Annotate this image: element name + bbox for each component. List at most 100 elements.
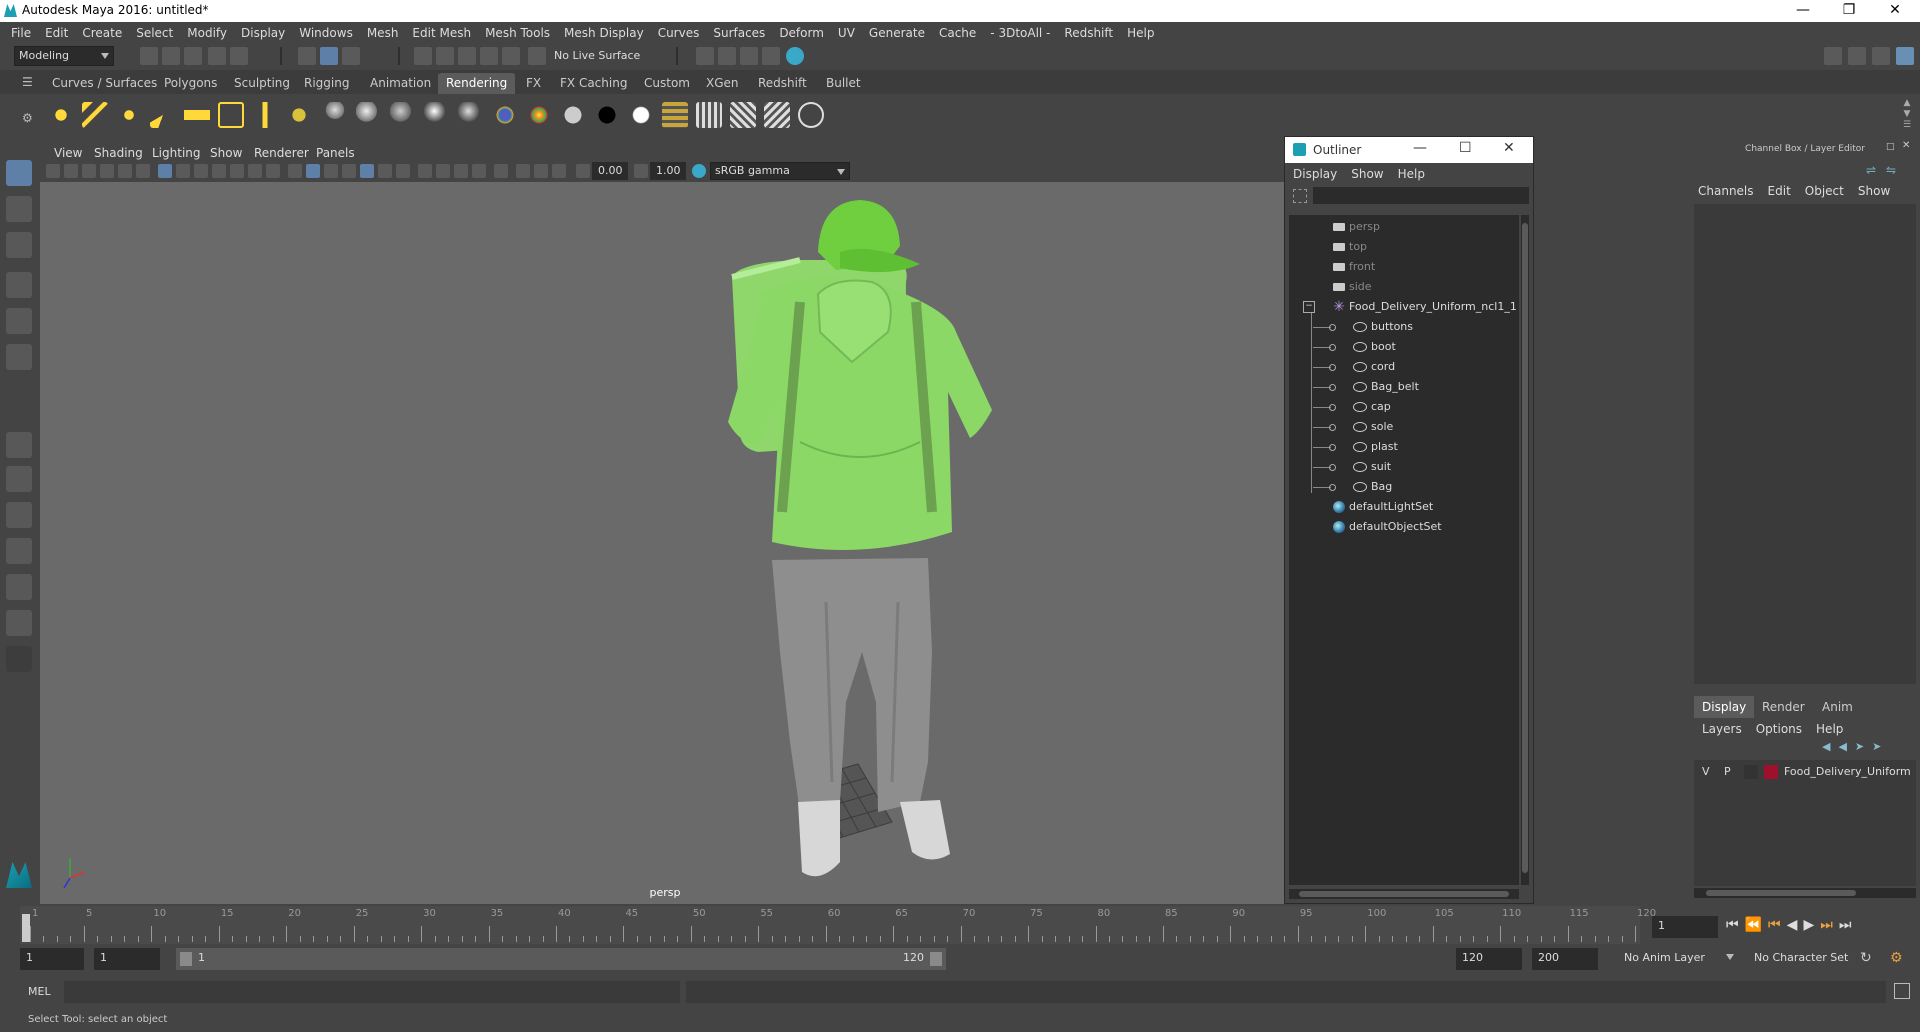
shelf-settings-icon[interactable]: ⚙ (22, 112, 34, 124)
persp-graph-layout-icon[interactable] (6, 538, 32, 564)
grid-icon[interactable] (158, 164, 172, 178)
outliner-menu-display[interactable]: Display (1293, 167, 1337, 181)
bookmark-icon[interactable] (82, 164, 96, 178)
float-panel-icon[interactable]: □ (1886, 142, 1895, 152)
go-to-start-icon[interactable]: ⏮ (1726, 917, 1745, 933)
outliner-item-cord[interactable]: cord (1313, 357, 1395, 377)
viewport-menu-lighting[interactable]: Lighting (152, 146, 201, 160)
make-live-icon[interactable] (528, 47, 546, 65)
persp-outliner-layout-icon[interactable] (6, 502, 32, 528)
layer-playback-toggle[interactable]: P (1724, 762, 1731, 782)
select-camera-icon[interactable] (46, 164, 60, 178)
menu-mesh-tools[interactable]: Mesh Tools (478, 22, 557, 44)
lambert-material-icon[interactable] (322, 102, 348, 128)
menu-modify[interactable]: Modify (180, 22, 234, 44)
menu-uv[interactable]: UV (831, 22, 862, 44)
auto-key-icon[interactable]: ↻ (1860, 950, 1872, 966)
camera-attributes-icon[interactable] (64, 164, 78, 178)
outliner-item-buttons[interactable]: buttons (1313, 317, 1413, 337)
outliner-item-top[interactable]: top (1333, 237, 1367, 257)
color-space-dropdown[interactable]: sRGB gamma (710, 162, 850, 180)
render-current-frame-icon[interactable] (696, 47, 714, 65)
outliner-item-boot[interactable]: boot (1313, 337, 1396, 357)
snap-to-surface-icon[interactable] (502, 47, 520, 65)
outliner-maximize-button[interactable]: ☐ (1459, 140, 1472, 156)
maximize-button[interactable]: ❐ (1826, 0, 1872, 22)
attribute-editor-toggle-icon[interactable] (1848, 47, 1866, 65)
outliner-search-input[interactable] (1313, 187, 1529, 204)
range-slider[interactable]: 1 120 (176, 948, 946, 970)
render-settings-icon[interactable] (740, 47, 758, 65)
select-by-component-icon[interactable] (342, 47, 360, 65)
outliner-item-cap[interactable]: cap (1313, 397, 1391, 417)
shelf-menu-icon[interactable]: ☰ (22, 76, 34, 88)
channel-box-menu-channels[interactable]: Channels (1698, 184, 1754, 198)
shelf-tab-custom[interactable]: Custom (636, 73, 698, 94)
layer-tab-render[interactable]: Render (1754, 696, 1813, 718)
workspace-icon[interactable] (1824, 47, 1842, 65)
shelf-tab-rendering[interactable]: Rendering (438, 73, 516, 94)
outliner-item-suit[interactable]: suit (1313, 457, 1391, 477)
layer-horizontal-scrollbar[interactable] (1694, 888, 1916, 898)
outliner-vertical-scrollbar[interactable] (1521, 215, 1529, 885)
playback-start-field[interactable]: 1 (94, 948, 160, 970)
layer-visibility-toggle[interactable]: V (1702, 762, 1710, 782)
xray-icon[interactable] (516, 164, 530, 178)
film-gate-icon[interactable] (176, 164, 190, 178)
menu-windows[interactable]: Windows (292, 22, 360, 44)
step-back-key-icon[interactable]: ⏪ (1745, 917, 1768, 933)
rotate-tool-icon[interactable] (6, 308, 32, 334)
surface-shader-icon[interactable] (560, 102, 586, 128)
use-all-lights-icon[interactable] (378, 164, 392, 178)
channel-box-panel[interactable] (1694, 204, 1916, 684)
layer-display-type-toggle[interactable] (1744, 765, 1758, 779)
hypershade-layout-icon[interactable] (6, 574, 32, 600)
select-by-hierarchy-icon[interactable] (298, 47, 316, 65)
camera-light-icon[interactable] (252, 102, 278, 128)
expand-toggle-icon[interactable]: − (1303, 301, 1315, 313)
snap-to-view-plane-icon[interactable] (480, 47, 498, 65)
outliner-item-sole[interactable]: sole (1313, 417, 1393, 437)
safe-title-icon[interactable] (266, 164, 280, 178)
outliner-item-food-delivery-uniform-ncl1-1[interactable]: − ✳ Food_Delivery_Uniform_ncl1_1 (1303, 297, 1517, 317)
exposure-field[interactable]: 0.00 (592, 162, 628, 180)
shelf-tab-bullet[interactable]: Bullet (818, 73, 869, 94)
exposure-icon[interactable] (576, 164, 590, 178)
layer-menu-help[interactable]: Help (1816, 722, 1843, 736)
render-sequence-icon[interactable] (696, 102, 722, 128)
outliner-item-defaultlightset[interactable]: defaultLightSet (1333, 497, 1433, 517)
paint-select-tool-icon[interactable] (6, 232, 32, 258)
animation-end-field[interactable]: 200 (1532, 948, 1598, 970)
step-forward-frame-icon[interactable]: ⏭ (1820, 917, 1839, 933)
viewport-menu-view[interactable]: View (54, 146, 82, 160)
undo-icon[interactable] (208, 47, 226, 65)
menu-generate[interactable]: Generate (862, 22, 932, 44)
ipr-shelf-icon[interactable] (764, 102, 790, 128)
ambient-light-icon[interactable] (48, 102, 74, 128)
phong-material-icon[interactable] (390, 102, 416, 128)
current-time-indicator[interactable] (22, 914, 30, 942)
channel-box-menu-edit[interactable]: Edit (1768, 184, 1791, 198)
outliner-item-defaultobjectset[interactable]: defaultObjectSet (1333, 517, 1442, 537)
four-view-layout-icon[interactable] (6, 466, 32, 492)
shelf-tab-xgen[interactable]: XGen (698, 73, 747, 94)
viewport-menu-shading[interactable]: Shading (94, 146, 143, 160)
persp-uv-layout-icon[interactable] (6, 610, 32, 636)
menu-help[interactable]: Help (1120, 22, 1161, 44)
xray-active-icon[interactable] (534, 164, 548, 178)
shelf-scroll-icon[interactable]: ▲ ▼ ☰ (1902, 98, 1912, 132)
menu-surfaces[interactable]: Surfaces (706, 22, 772, 44)
anim-layer-dropdown[interactable]: No Anim Layer (1620, 948, 1742, 970)
viewport-menu-panels[interactable]: Panels (316, 146, 355, 160)
volume-light-icon[interactable] (218, 102, 244, 128)
menu-edit-mesh[interactable]: Edit Mesh (405, 22, 478, 44)
channel-box-settings-icon[interactable]: ⇋ (1886, 164, 1898, 176)
shelf-tab-redshift[interactable]: Redshift (750, 73, 815, 94)
animation-preferences-icon[interactable]: ⚙ (1890, 950, 1903, 966)
snap-to-point-icon[interactable] (458, 47, 476, 65)
play-forwards-icon[interactable]: ▶ (1803, 917, 1820, 933)
phonge-material-icon[interactable] (424, 102, 450, 128)
layer-buttons-icons[interactable]: ◀◀➤➤ (1822, 740, 1912, 754)
menu-create[interactable]: Create (75, 22, 129, 44)
time-slider[interactable]: 1 5 10 15 20 25 30 35 40 45 50 55 60 65 70 75 80 85 90 95 10… (20, 906, 1656, 944)
